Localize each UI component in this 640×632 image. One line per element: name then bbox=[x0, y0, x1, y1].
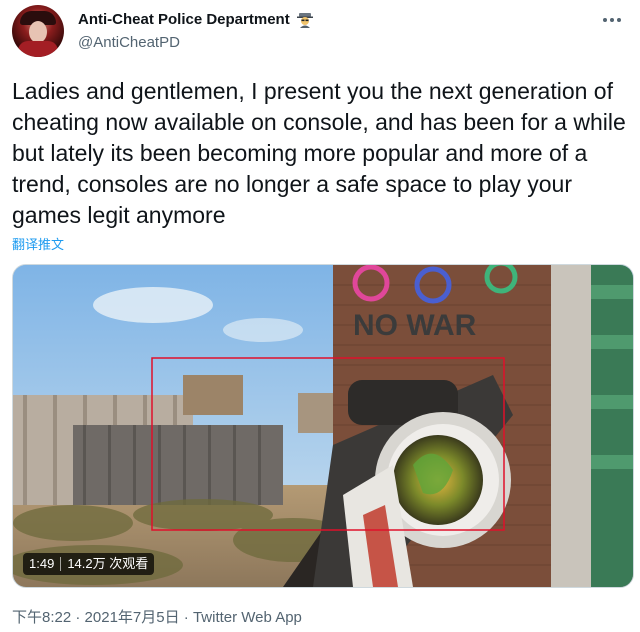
more-dots-icon[interactable] bbox=[600, 10, 624, 30]
avatar[interactable] bbox=[12, 5, 64, 57]
detective-icon bbox=[296, 10, 314, 28]
tweet-date[interactable]: 2021年7月5日 bbox=[85, 609, 180, 626]
tweet-source[interactable]: Twitter Web App bbox=[193, 609, 302, 626]
tweet-meta: 下午8:22 · 2021年7月5日 · Twitter Web App bbox=[12, 606, 302, 627]
video-duration: 1:49 bbox=[29, 556, 55, 571]
avatar-coat bbox=[18, 41, 58, 57]
avatar-face bbox=[29, 21, 47, 43]
display-name[interactable]: Anti-Cheat Police Department bbox=[78, 11, 290, 28]
meta-separator: · bbox=[179, 609, 193, 626]
translate-link[interactable]: 翻译推文 bbox=[12, 234, 64, 253]
wall-graffiti: NO WAR bbox=[353, 309, 477, 342]
video-stats-badge: 1:49 14.2万 次观看 bbox=[23, 553, 155, 575]
meta-separator: · bbox=[71, 609, 85, 626]
tweet-text: Ladies and gentlemen, I present you the … bbox=[12, 78, 626, 228]
video-frame: NO WAR bbox=[13, 265, 633, 587]
video-player[interactable]: NO WAR 1:49 14.2万 次观看 bbox=[12, 264, 634, 588]
handle[interactable]: @AntiCheatPD bbox=[78, 34, 180, 51]
author-name-row[interactable]: Anti-Cheat Police Department bbox=[78, 10, 314, 28]
tweet-time[interactable]: 下午8:22 bbox=[12, 609, 71, 626]
video-views: 14.2万 次观看 bbox=[67, 556, 149, 571]
